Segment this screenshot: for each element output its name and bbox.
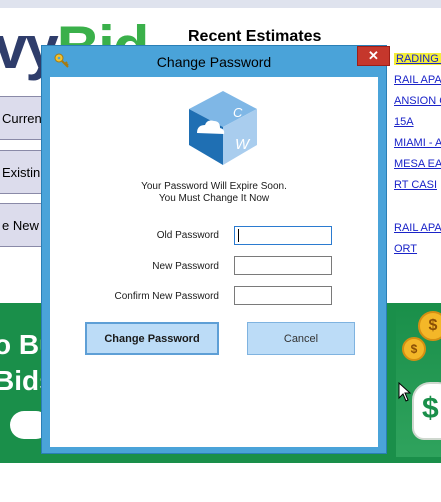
change-password-dialog: Change Password ✕ C W Your Password Will… xyxy=(41,45,390,454)
estimate-link[interactable]: 15A xyxy=(394,116,414,128)
dialog-titlebar[interactable]: Change Password ✕ xyxy=(42,46,390,76)
dialog-body: C W Your Password Will Expire Soon. You … xyxy=(50,77,378,447)
top-strip xyxy=(0,0,441,8)
logo-letter-c: C xyxy=(233,105,243,120)
dollar-sign: $ xyxy=(422,392,439,425)
new-password-field[interactable] xyxy=(234,256,332,275)
estimate-link[interactable]: RADING | xyxy=(394,53,441,65)
dialog-title: Change Password xyxy=(156,54,272,70)
cw-cube-logo: C W xyxy=(189,91,257,165)
estimate-link[interactable]: MIAMI - A xyxy=(394,137,441,149)
coin-icon: $ xyxy=(418,311,441,341)
cancel-button[interactable]: Cancel xyxy=(247,322,355,355)
old-password-field[interactable] xyxy=(234,226,332,245)
recent-estimates-list: RADING | RAIL APA ANSION C 15A MIAMI - A… xyxy=(390,0,441,300)
coin-icon: $ xyxy=(402,337,426,361)
mouse-pointer-icon xyxy=(398,382,412,402)
change-password-button[interactable]: Change Password xyxy=(85,322,219,355)
new-password-label: New Password xyxy=(152,261,219,272)
confirm-password-field[interactable] xyxy=(234,286,332,305)
estimate-link[interactable]: RT CASI xyxy=(394,179,437,191)
estimate-link[interactable]: ANSION C xyxy=(394,95,441,107)
logo-letter-w: W xyxy=(235,136,251,153)
estimate-link[interactable]: ORT xyxy=(394,243,417,255)
recent-estimates-title: Recent Estimates xyxy=(188,28,322,45)
expiry-message-line-2: You Must Change It Now xyxy=(158,193,270,204)
estimate-link[interactable]: MESA EA xyxy=(394,158,441,170)
estimate-link[interactable]: RAIL APA xyxy=(394,222,441,234)
confirm-password-label: Confirm New Password xyxy=(114,291,219,302)
text-caret xyxy=(238,229,239,242)
old-password-label: Old Password xyxy=(156,230,219,241)
expiry-message-line-1: Your Password Will Expire Soon. xyxy=(141,181,287,192)
close-button[interactable]: ✕ xyxy=(357,46,390,66)
estimate-link[interactable]: RAIL APA xyxy=(394,74,441,86)
